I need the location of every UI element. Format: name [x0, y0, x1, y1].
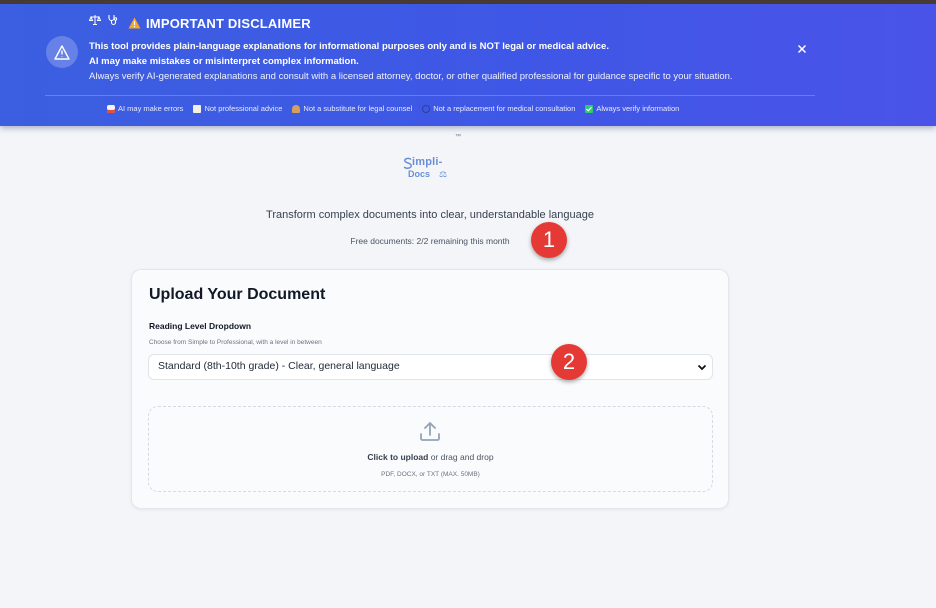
robot-icon: [107, 104, 115, 113]
reading-level-label: Reading Level Dropdown: [149, 321, 252, 331]
hero-subtitle: Transform complex documents into clear, …: [266, 209, 594, 221]
annotation-marker-1: 1: [531, 222, 567, 258]
warning-icon: [128, 17, 141, 29]
stethoscope-icon: [422, 104, 431, 113]
logo-text-top: impli-: [412, 156, 443, 168]
banner-line-3: Always verify AI-generated explanations …: [89, 71, 733, 82]
dropzone-instructions: Click to upload or drag and drop: [149, 452, 712, 462]
upload-card: Upload Your Document Reading Level Dropd…: [131, 269, 729, 509]
close-icon[interactable]: [795, 42, 809, 56]
banner-line-2: AI may make mistakes or misinterpret com…: [89, 56, 359, 67]
tag-not-professional: Not professional advice: [193, 104, 282, 113]
file-dropzone[interactable]: Click to upload or drag and drop PDF, DO…: [148, 406, 713, 492]
tag-label: Not professional advice: [204, 104, 283, 113]
logo-text-bottom: Docs: [408, 169, 431, 179]
tag-label: Not a replacement for medical consultati…: [433, 104, 576, 113]
disclaimer-banner: IMPORTANT DISCLAIMER This tool provides …: [0, 4, 936, 126]
tag-label: Always verify information: [596, 104, 680, 113]
tag-not-legal: Not a substitute for legal counsel: [292, 104, 412, 113]
checkmark-icon: [585, 104, 594, 113]
trademark-symbol: ™: [455, 134, 461, 140]
upload-card-title: Upload Your Document: [149, 286, 326, 303]
annotation-marker-2: 2: [551, 344, 587, 380]
banner-tags: AI may make errors Not professional advi…: [107, 104, 679, 113]
click-to-upload-link[interactable]: Click to upload: [367, 452, 428, 462]
clipboard-icon: [193, 104, 202, 113]
scales-icon: ⚖: [439, 169, 448, 179]
banner-divider: [45, 95, 815, 96]
free-documents-counter: Free documents: 2/2 remaining this month: [350, 236, 510, 246]
scales-icon: [292, 104, 301, 113]
banner-line-1: This tool provides plain-language explan…: [89, 41, 609, 52]
chevron-down-icon: [697, 364, 707, 371]
banner-title: IMPORTANT DISCLAIMER: [146, 16, 311, 31]
banner-header-icons: [89, 14, 119, 26]
drag-and-drop-text: or drag and drop: [428, 452, 494, 462]
accepted-formats: PDF, DOCX, or TXT (MAX. 50MB): [381, 471, 480, 478]
reading-level-hint: Choose from Simple to Professional, with…: [149, 339, 322, 346]
tag-not-medical: Not a replacement for medical consultati…: [422, 104, 575, 113]
alert-triangle-icon: [54, 44, 70, 60]
reading-level-selected-value: Standard (8th-10th grade) - Clear, gener…: [158, 360, 400, 372]
tag-label: AI may make errors: [118, 104, 184, 113]
tag-ai-errors: AI may make errors: [107, 104, 183, 113]
reading-level-dropdown[interactable]: Standard (8th-10th grade) - Clear, gener…: [148, 354, 713, 380]
upload-icon: [420, 422, 440, 441]
alert-badge: [46, 36, 78, 68]
stethoscope-icon: [108, 15, 118, 26]
simpli-docs-logo: impli- Docs ⚖: [403, 156, 453, 184]
tag-label: Not a substitute for legal counsel: [303, 104, 413, 113]
scales-icon: [89, 15, 101, 25]
tag-verify: Always verify information: [585, 104, 679, 113]
